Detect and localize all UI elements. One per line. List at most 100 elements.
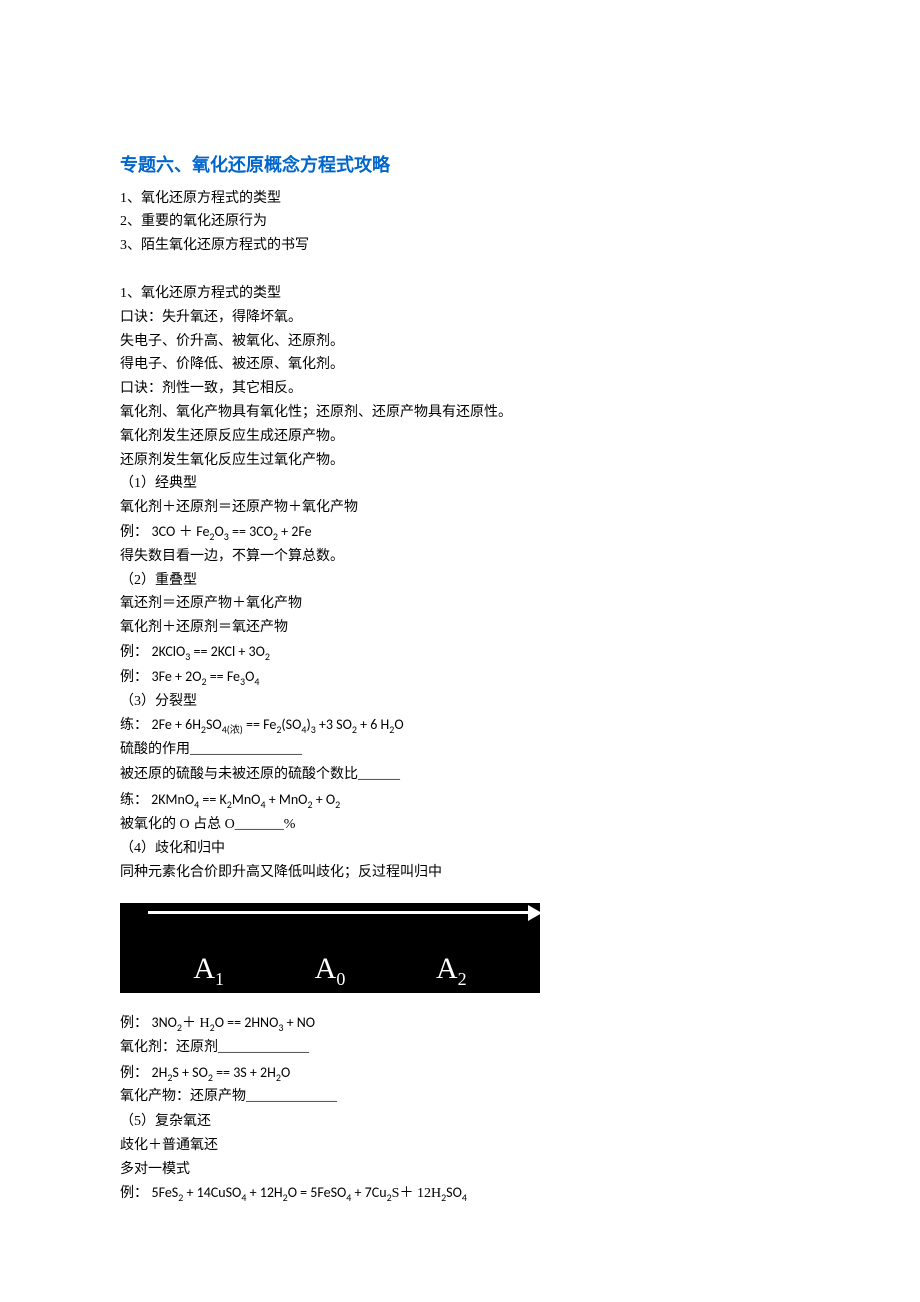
- equation: 例： 3CO ＋ Fe2O3 == 3CO2 + 2Fe: [120, 520, 800, 545]
- q-text: 被还原的硫酸与未被还原的硫酸个数比: [120, 767, 358, 782]
- eq-part: 2Fe: [291, 523, 311, 540]
- body-text: 口诀：失升氧还，得降坏氧。: [120, 306, 800, 330]
- spacer: [120, 999, 800, 1011]
- arrow-shaft-icon: [148, 911, 532, 914]
- eq-part: + MnO: [266, 791, 308, 808]
- body-text: 氧化剂发生还原反应生成还原产物。: [120, 425, 800, 449]
- equation: 例： 3NO2＋ H2O == 2HNO3 + NO: [120, 1011, 800, 1036]
- equation: 例： 2KClO3 == 2KCl + 3O2: [120, 640, 800, 665]
- eq-part: ＋: [175, 525, 196, 540]
- eq-part: (SO: [281, 716, 301, 733]
- eq-part: + 14CuSO: [183, 1184, 241, 1201]
- ex-label: 例：: [120, 645, 148, 660]
- equation: 练： 2KMnO4 == K2MnO4 + MnO2 + O2: [120, 788, 800, 813]
- eq-sub: 4: [462, 1191, 467, 1204]
- eq-part: == 3S + 2H: [213, 1064, 276, 1081]
- body-text: 失电子、价升高、被氧化、还原剂。: [120, 330, 800, 354]
- spacer: [120, 258, 800, 282]
- fill-blank: ________________: [190, 738, 302, 763]
- section-heading: 1、氧化还原方程式的类型: [120, 282, 800, 306]
- eq-part: 2H: [152, 1064, 168, 1081]
- eq-part: O: [394, 716, 403, 733]
- diagram-label-a2: A2: [436, 943, 467, 995]
- type-heading: （5）复杂氧还: [120, 1110, 800, 1134]
- fill-blank: _____________: [246, 1085, 337, 1110]
- body-text: 还原剂发生氧化反应生过氧化产物。: [120, 449, 800, 473]
- type-heading: （4）歧化和归中: [120, 837, 800, 861]
- eq-part: 3Fe + 2O: [152, 668, 202, 685]
- diagram-label-a1: A1: [193, 943, 224, 995]
- equation: 例： 2H2S + SO2 == 3S + 2H2O: [120, 1061, 800, 1086]
- type-desc: 氧还剂＝还原产物＋氧化产物: [120, 592, 800, 616]
- eq-part: K: [220, 791, 227, 808]
- diagram-labels: A1 A0 A2: [120, 943, 540, 995]
- eq-part: MnO: [232, 791, 261, 808]
- eq-part: 5FeS: [152, 1184, 179, 1201]
- spacer: [120, 885, 800, 897]
- number-line-diagram: A1 A0 A2: [120, 903, 540, 993]
- q-text: 被氧化的 O 占总 O: [120, 817, 235, 832]
- equation: 例： 3Fe + 2O2 == Fe3O4: [120, 665, 800, 690]
- eq-part: + 7Cu: [351, 1184, 386, 1201]
- question: 被还原的硫酸与未被还原的硫酸个数比______: [120, 763, 800, 788]
- ex-label: 例：: [120, 1066, 152, 1081]
- eq-part: + NO: [283, 1014, 315, 1031]
- ex-label: 例：: [120, 1186, 152, 1201]
- ex-label: 例：: [120, 525, 148, 540]
- ex-label: 练：: [120, 793, 148, 808]
- type-heading: （1）经典型: [120, 472, 800, 496]
- eq-part: O: [281, 1064, 290, 1081]
- eq-part: ＋ H: [182, 1016, 210, 1031]
- question: 被氧化的 O 占总 O_______%: [120, 813, 800, 838]
- type-heading: （2）重叠型: [120, 569, 800, 593]
- eq-part: S + SO: [172, 1064, 207, 1081]
- eq-part: ==: [229, 523, 249, 540]
- eq-part: 2KMnO: [151, 791, 194, 808]
- eq-part: S＋ 12H: [392, 1186, 441, 1201]
- eq-sub: 4: [254, 675, 259, 688]
- eq-sub: 4(浓): [222, 723, 243, 736]
- body-text: 得失数目看一边，不算一个算总数。: [120, 545, 800, 569]
- eq-part: ==: [190, 643, 210, 660]
- eq-part: 2KCl + 3O: [211, 643, 265, 660]
- type-desc: 氧化剂＋还原剂＝还原产物＋氧化产物: [120, 496, 800, 520]
- toc-item: 3、陌生氧化还原方程式的书写: [120, 234, 800, 258]
- type-desc: 多对一模式: [120, 1158, 800, 1182]
- equation: 例： 5FeS2 + 14CuSO4 + 12H2O = 5FeSO4 + 7C…: [120, 1181, 800, 1206]
- eq-part: 3CO: [152, 523, 176, 540]
- type-desc: 氧化剂＋还原剂＝氧还产物: [120, 616, 800, 640]
- eq-part: Fe: [263, 716, 276, 733]
- eq-part: ==: [199, 791, 219, 808]
- body-text: 氧化剂、氧化产物具有氧化性；还原剂、还原产物具有还原性。: [120, 401, 800, 425]
- equation: 练： 2Fe + 6H2SO4(浓) == Fe2(SO4)3 +3 SO2 +…: [120, 713, 800, 738]
- q-text: 硫酸的作用: [120, 742, 190, 757]
- q-text: 氧化剂：还原剂: [120, 1040, 218, 1055]
- fill-blank: ______: [358, 763, 400, 788]
- eq-part: 2KClO: [152, 643, 186, 660]
- ex-label: 例：: [120, 670, 148, 685]
- eq-part: 3CO: [249, 523, 273, 540]
- q-text: %: [284, 817, 296, 832]
- body-text: 得电子、价降低、被还原、氧化剂。: [120, 353, 800, 377]
- eq-part: O = 5FeSO: [288, 1184, 347, 1201]
- type-desc: 同种元素化合价即升高又降低叫歧化；反过程叫归中: [120, 861, 800, 885]
- arrow-head-icon: [528, 905, 542, 921]
- eq-part: Fe: [227, 668, 240, 685]
- ex-label: 例：: [120, 1016, 152, 1031]
- eq-part: ==: [243, 716, 263, 733]
- eq-part: + O: [313, 791, 336, 808]
- eq-part: SO: [206, 716, 222, 733]
- eq-part: + 12H: [246, 1184, 282, 1201]
- eq-part: O: [245, 668, 254, 685]
- question: 氧化剂：还原剂_____________: [120, 1036, 800, 1061]
- eq-part: 3NO: [152, 1014, 177, 1031]
- eq-sub: 2: [335, 798, 340, 811]
- eq-part: +3 SO: [316, 716, 352, 733]
- eq-part: Fe: [196, 523, 209, 540]
- type-desc: 歧化＋普通氧还: [120, 1134, 800, 1158]
- toc-item: 1、氧化还原方程式的类型: [120, 187, 800, 211]
- eq-part: O: [215, 523, 224, 540]
- question: 氧化产物：还原产物_____________: [120, 1085, 800, 1110]
- fill-blank: _____________: [218, 1036, 309, 1061]
- diagram-label-a0: A0: [315, 943, 346, 995]
